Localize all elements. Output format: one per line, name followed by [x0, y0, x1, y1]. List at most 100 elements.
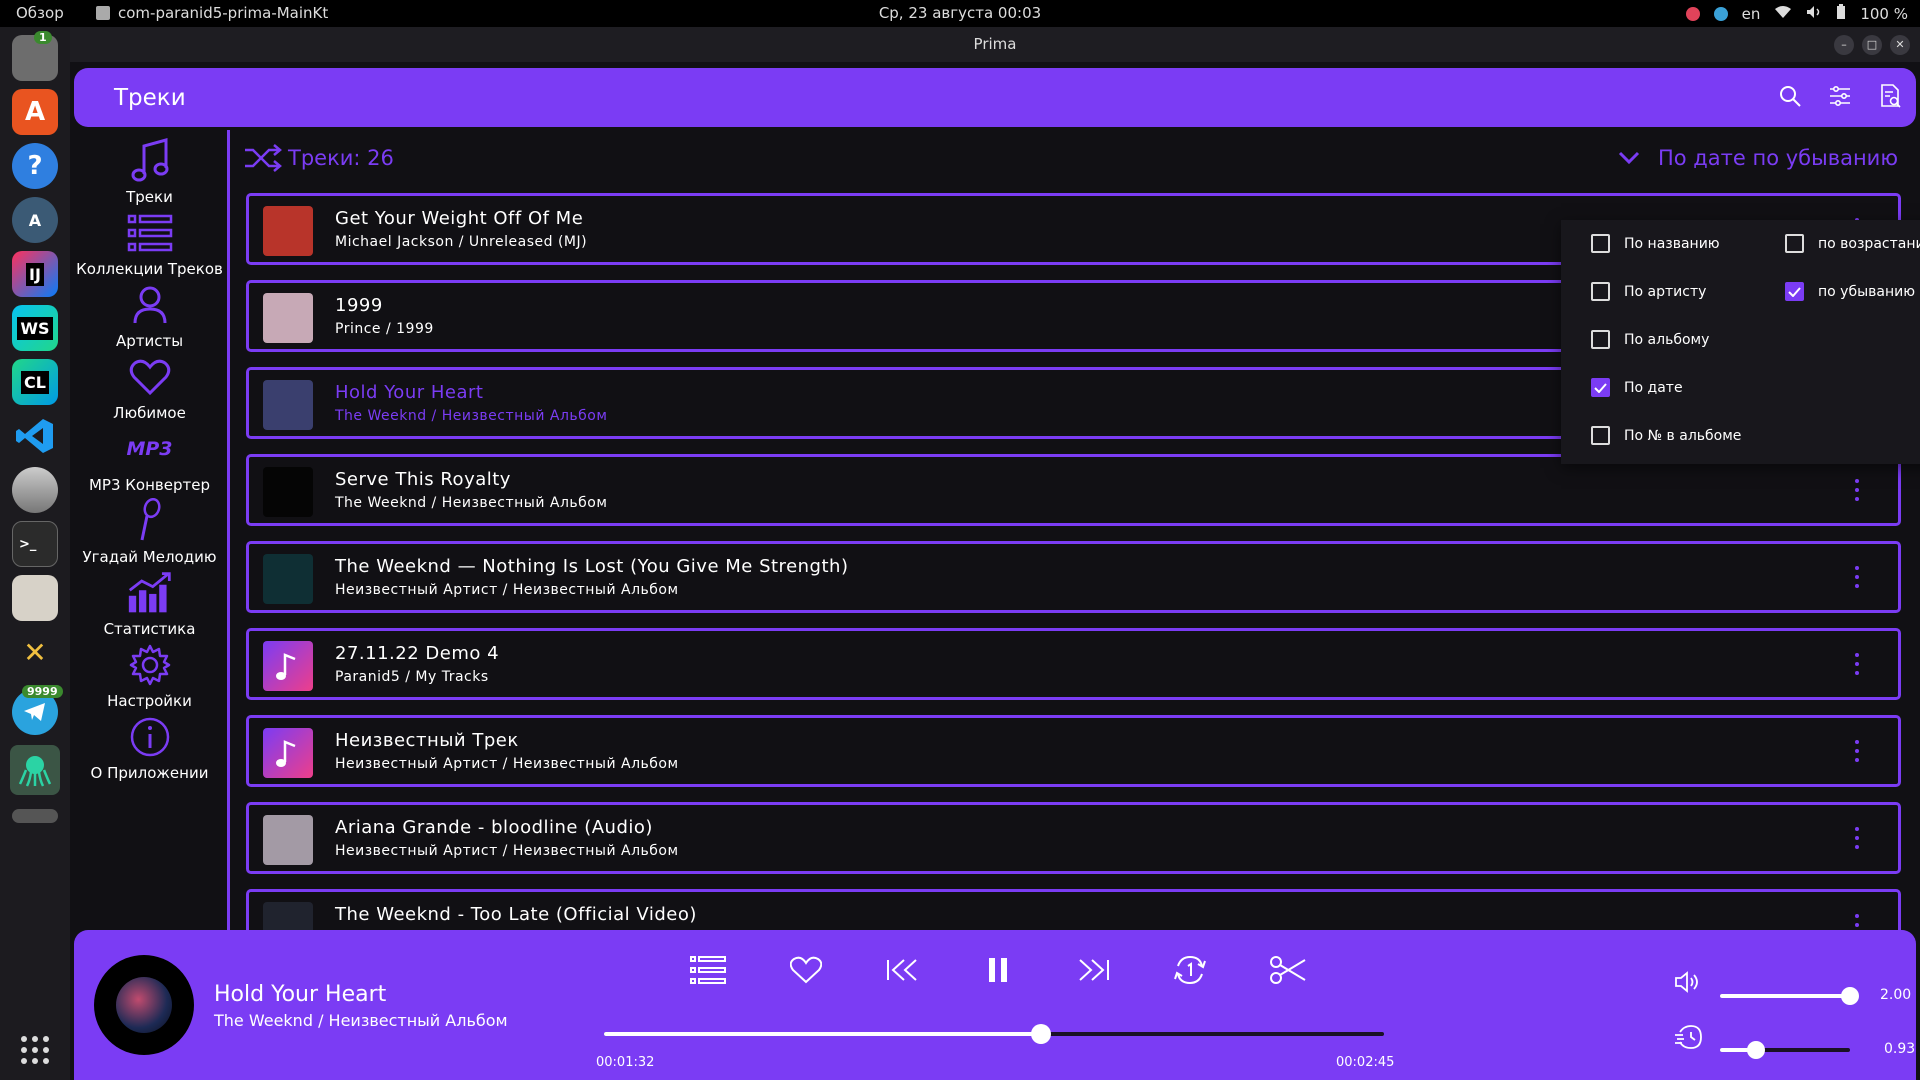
battery-icon[interactable]	[1836, 4, 1846, 24]
nav-item-settings[interactable]: Настройки	[74, 642, 225, 710]
nav-label: Артисты	[115, 332, 184, 350]
pause-icon[interactable]	[976, 948, 1020, 992]
volume-icon[interactable]	[1806, 5, 1822, 23]
track-row[interactable]: Serve This Royalty The Weeknd / Неизвестн…	[246, 454, 1901, 526]
file-search-icon[interactable]	[1878, 84, 1902, 108]
minimize-button[interactable]: –	[1834, 35, 1854, 55]
nav-item-artists[interactable]: Артисты	[74, 282, 225, 350]
track-subtitle: Prince / 1999	[335, 321, 434, 337]
prima-app-icon[interactable]	[10, 745, 60, 795]
track-cover-art	[263, 815, 313, 865]
sort-selector[interactable]: По дате по убыванию	[1658, 146, 1898, 170]
nav-item-mp3-converter[interactable]: MP3 MP3 Конвертер	[74, 426, 225, 494]
sort-ascending-option[interactable]: по возрастанию	[1785, 234, 1920, 253]
show-apps-icon[interactable]	[12, 1027, 58, 1073]
nav-item-favorites[interactable]: Любимое	[74, 354, 225, 422]
playback-speed-icon[interactable]	[1674, 1024, 1704, 1054]
checkbox[interactable]	[1591, 330, 1610, 349]
telegram-icon[interactable]: 9999	[12, 685, 63, 735]
clion-icon[interactable]: CL	[12, 359, 58, 405]
repeat-one-icon[interactable]	[1168, 948, 1212, 992]
scissors-icon[interactable]	[1266, 948, 1310, 992]
tray-globe-icon[interactable]	[1713, 7, 1728, 21]
previous-track-icon[interactable]	[880, 948, 924, 992]
progress-slider[interactable]	[604, 1024, 1384, 1044]
speed-handle[interactable]	[1747, 1041, 1766, 1059]
album-cover[interactable]	[94, 955, 194, 1055]
checkbox-checked[interactable]	[1591, 378, 1610, 397]
more-options-icon[interactable]	[1854, 653, 1860, 675]
webstorm-icon[interactable]: WS	[12, 305, 58, 351]
drive-icon[interactable]	[12, 809, 58, 823]
sort-by-album-option[interactable]: По альбому	[1591, 330, 1709, 349]
track-row[interactable]: 27.11.22 Demo 4 Paranid5 / My Tracks	[246, 628, 1901, 700]
more-options-icon[interactable]	[1854, 566, 1860, 588]
wifi-icon[interactable]	[1774, 5, 1792, 23]
system-tray[interactable]: en 100 %	[1685, 4, 1908, 24]
track-row[interactable]: The Weeknd — Nothing Is Lost (You Give M…	[246, 541, 1901, 613]
volume-icon[interactable]	[1674, 970, 1702, 998]
checkbox-checked[interactable]	[1785, 282, 1804, 301]
nav-item-about[interactable]: О Приложении	[74, 714, 225, 782]
intellij-icon[interactable]: IJ	[12, 251, 58, 297]
track-title: Неизвестный Трек	[335, 730, 519, 751]
maximize-button[interactable]: □	[1862, 35, 1882, 55]
sort-by-title-option[interactable]: По названию	[1591, 234, 1720, 253]
more-options-icon[interactable]	[1854, 740, 1860, 762]
track-subtitle: Неизвестный Артист / Неизвестный Альбом	[335, 582, 679, 598]
track-cover-art	[263, 467, 313, 517]
track-subtitle: Michael Jackson / Unreleased (MJ)	[335, 234, 588, 250]
nav-item-tracks[interactable]: Треки	[74, 138, 225, 206]
archive-icon[interactable]	[12, 575, 58, 621]
speed-slider[interactable]	[1720, 1041, 1850, 1059]
more-options-icon[interactable]	[1854, 479, 1860, 501]
nav-item-statistics[interactable]: Статистика	[74, 570, 225, 638]
track-row[interactable]: Ariana Grande - bloodline (Audio) Неизвес…	[246, 802, 1901, 874]
track-title: The Weeknd - Too Late (Official Video)	[335, 904, 697, 925]
help-icon[interactable]: ?	[12, 143, 58, 189]
notification-badge: 1	[34, 31, 52, 44]
nav-item-collections[interactable]: Коллекции Треков	[74, 210, 225, 278]
checkbox[interactable]	[1785, 234, 1804, 253]
nav-item-guess-melody[interactable]: Угадай Мелодию	[74, 498, 225, 566]
favorite-heart-icon[interactable]	[784, 948, 828, 992]
checkbox[interactable]	[1591, 426, 1610, 445]
sort-by-album-number-option[interactable]: По № в альбоме	[1591, 426, 1741, 445]
playlist-icon[interactable]	[686, 948, 730, 992]
clock[interactable]: Ср, 23 августа 00:03	[0, 4, 1920, 22]
sort-by-date-option[interactable]: По дате	[1591, 378, 1683, 397]
track-title: 1999	[335, 295, 383, 316]
tray-app-icon[interactable]	[1685, 7, 1700, 21]
checkbox[interactable]	[1591, 282, 1610, 301]
checkbox[interactable]	[1591, 234, 1610, 253]
keyboard-layout[interactable]: en	[1742, 5, 1761, 23]
filter-icon[interactable]	[1828, 84, 1852, 108]
progress-handle[interactable]	[1030, 1024, 1051, 1044]
nav-label: Треки	[126, 188, 173, 206]
chevron-down-icon[interactable]	[1618, 150, 1640, 169]
database-icon[interactable]	[12, 467, 58, 513]
vscode-icon[interactable]	[12, 413, 58, 459]
android-studio-icon[interactable]: A	[12, 197, 58, 243]
tools-icon[interactable]: ✕	[12, 629, 58, 675]
track-row[interactable]: Неизвестный Трек Неизвестный Артист / Неи…	[246, 715, 1901, 787]
next-track-icon[interactable]	[1072, 948, 1116, 992]
software-store-icon[interactable]: A	[12, 89, 58, 135]
volume-handle[interactable]	[1841, 987, 1859, 1005]
close-button[interactable]: ✕	[1890, 35, 1910, 55]
mp3-icon: MP3	[126, 426, 172, 472]
volume-slider[interactable]	[1720, 987, 1859, 1005]
shuffle-icon[interactable]	[244, 144, 282, 176]
sort-by-artist-option[interactable]: По артисту	[1591, 282, 1706, 301]
cover-art	[116, 977, 172, 1033]
window-titlebar[interactable]: Prima – □ ✕	[70, 27, 1920, 62]
search-icon[interactable]	[1778, 84, 1802, 108]
files-icon[interactable]: 1	[12, 31, 58, 81]
more-options-icon[interactable]	[1854, 827, 1860, 849]
sort-descending-option[interactable]: по убыванию	[1785, 282, 1915, 301]
terminal-icon[interactable]: >_	[12, 521, 58, 567]
nav-label: О Приложении	[90, 764, 209, 782]
music-note-icon	[127, 138, 173, 184]
heart-icon	[127, 354, 173, 400]
track-cover-art	[263, 554, 313, 604]
